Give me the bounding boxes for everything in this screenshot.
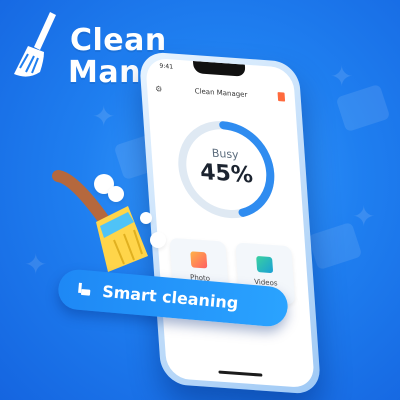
- foam-bubble: [140, 212, 152, 224]
- sparkle-icon: ✦: [352, 200, 376, 233]
- busy-gauge: Busy 45%: [171, 114, 282, 226]
- sparkle-icon: ✦: [330, 60, 354, 93]
- status-time: 9:41: [159, 62, 174, 71]
- photo-icon: [190, 251, 208, 269]
- home-indicator: [218, 370, 263, 377]
- video-icon: [256, 255, 274, 274]
- smart-cleaning-label: Smart cleaning: [101, 281, 240, 313]
- trash-icon[interactable]: [277, 92, 286, 102]
- sparkle-icon: ✦: [92, 100, 116, 133]
- foam-bubble: [150, 232, 166, 248]
- foam-bubble: [108, 186, 124, 202]
- broom-icon: [78, 282, 91, 296]
- phone-notch: [192, 60, 246, 77]
- app-title: Clean Manager: [194, 87, 248, 99]
- broom-logo-icon: [14, 12, 56, 77]
